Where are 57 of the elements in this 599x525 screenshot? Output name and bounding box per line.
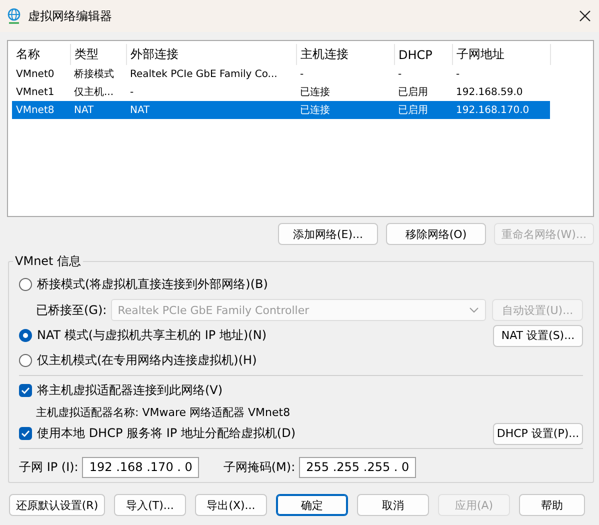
table-cell: 已启用 bbox=[394, 83, 452, 101]
radio-label: NAT 模式(与虚拟机共享主机的 IP 地址)(N) bbox=[37, 327, 267, 344]
group-title: VMnet 信息 bbox=[14, 253, 82, 270]
button[interactable]: 添加网络(E)... bbox=[278, 223, 378, 245]
button[interactable]: NAT 设置(S)... bbox=[493, 324, 583, 346]
table-cell: NAT bbox=[70, 101, 126, 119]
button[interactable]: 移除网络(O) bbox=[386, 223, 486, 245]
table-cell: 192.168.59.0 bbox=[452, 83, 550, 101]
table-cell: 已连接 bbox=[296, 101, 394, 119]
column-header[interactable]: 类型 bbox=[70, 44, 126, 65]
field-label: 子网掩码(M): bbox=[223, 458, 296, 476]
table-cell: 已启用 bbox=[394, 101, 452, 119]
caret-icon bbox=[469, 307, 479, 313]
column-header[interactable]: DHCP bbox=[394, 44, 452, 65]
button[interactable]: 帮助 bbox=[519, 494, 585, 516]
table-cell: 已连接 bbox=[296, 83, 394, 101]
field-label: 已桥接至(G): bbox=[36, 302, 107, 318]
column-header[interactable]: 子网地址 bbox=[452, 44, 550, 65]
table-cell: NAT bbox=[126, 101, 296, 119]
radio-label: 桥接模式(将虚拟机直接连接到外部网络)(B) bbox=[37, 276, 268, 293]
ip-field[interactable]: 192 .168 .170 . 0 bbox=[82, 456, 200, 478]
table-cell: - bbox=[394, 65, 452, 83]
table-cell: Realtek PCIe GbE Family Co... bbox=[126, 65, 296, 83]
button[interactable]: 还原默认设置(R) bbox=[9, 494, 105, 516]
checkbox-label: 使用本地 DHCP 服务将 IP 地址分配给虚拟机(D) bbox=[37, 425, 296, 442]
button[interactable]: 取消 bbox=[357, 494, 429, 516]
table-cell: VMnet1 bbox=[12, 83, 70, 101]
column-header[interactable]: 主机连接 bbox=[296, 44, 394, 65]
column-header[interactable]: 名称 bbox=[12, 44, 70, 65]
field-label: 子网 IP (I): bbox=[19, 458, 78, 476]
table-cell: VMnet8 bbox=[12, 101, 70, 119]
table-cell: - bbox=[296, 65, 394, 83]
checkbox[interactable] bbox=[19, 384, 32, 397]
table-row[interactable]: VMnet0 桥接模式 Realtek PCIe GbE Family Co... - - - bbox=[12, 65, 550, 83]
table-cell: 192.168.170.0 bbox=[452, 101, 550, 119]
column-header[interactable]: 外部连接 bbox=[126, 44, 296, 65]
button[interactable]: 导出(X)... bbox=[195, 494, 267, 516]
table-cell: 仅主机... bbox=[70, 83, 126, 101]
radio-button[interactable] bbox=[19, 354, 32, 367]
close-icon[interactable] bbox=[579, 10, 591, 22]
table-cell: - bbox=[452, 65, 550, 83]
window-title: 虚拟网络编辑器 bbox=[28, 8, 113, 24]
table-cell: - bbox=[126, 83, 296, 101]
checkbox-label: 将主机虚拟适配器连接到此网络(V) bbox=[37, 382, 223, 399]
table-row[interactable]: VMnet1 仅主机... - 已连接 已启用 192.168.59.0 bbox=[12, 83, 550, 101]
mask-field[interactable]: 255 .255 .255 . 0 bbox=[299, 456, 416, 478]
globe-icon bbox=[7, 8, 21, 24]
table-cell: VMnet0 bbox=[12, 65, 70, 83]
radio-button[interactable] bbox=[19, 278, 32, 291]
button[interactable]: 导入(T)... bbox=[114, 494, 186, 516]
button[interactable]: DHCP 设置(P)... bbox=[493, 422, 583, 444]
button[interactable]: 确定 bbox=[276, 494, 348, 516]
table-cell: 桥接模式 bbox=[70, 65, 126, 83]
checkbox[interactable] bbox=[19, 427, 32, 440]
radio-label: 仅主机模式(在专用网络内连接虚拟机)(H) bbox=[37, 352, 257, 369]
adapter-name-text: 主机虚拟适配器名称: VMware 网络适配器 VMnet8 bbox=[36, 404, 290, 420]
radio-button[interactable] bbox=[19, 329, 32, 342]
